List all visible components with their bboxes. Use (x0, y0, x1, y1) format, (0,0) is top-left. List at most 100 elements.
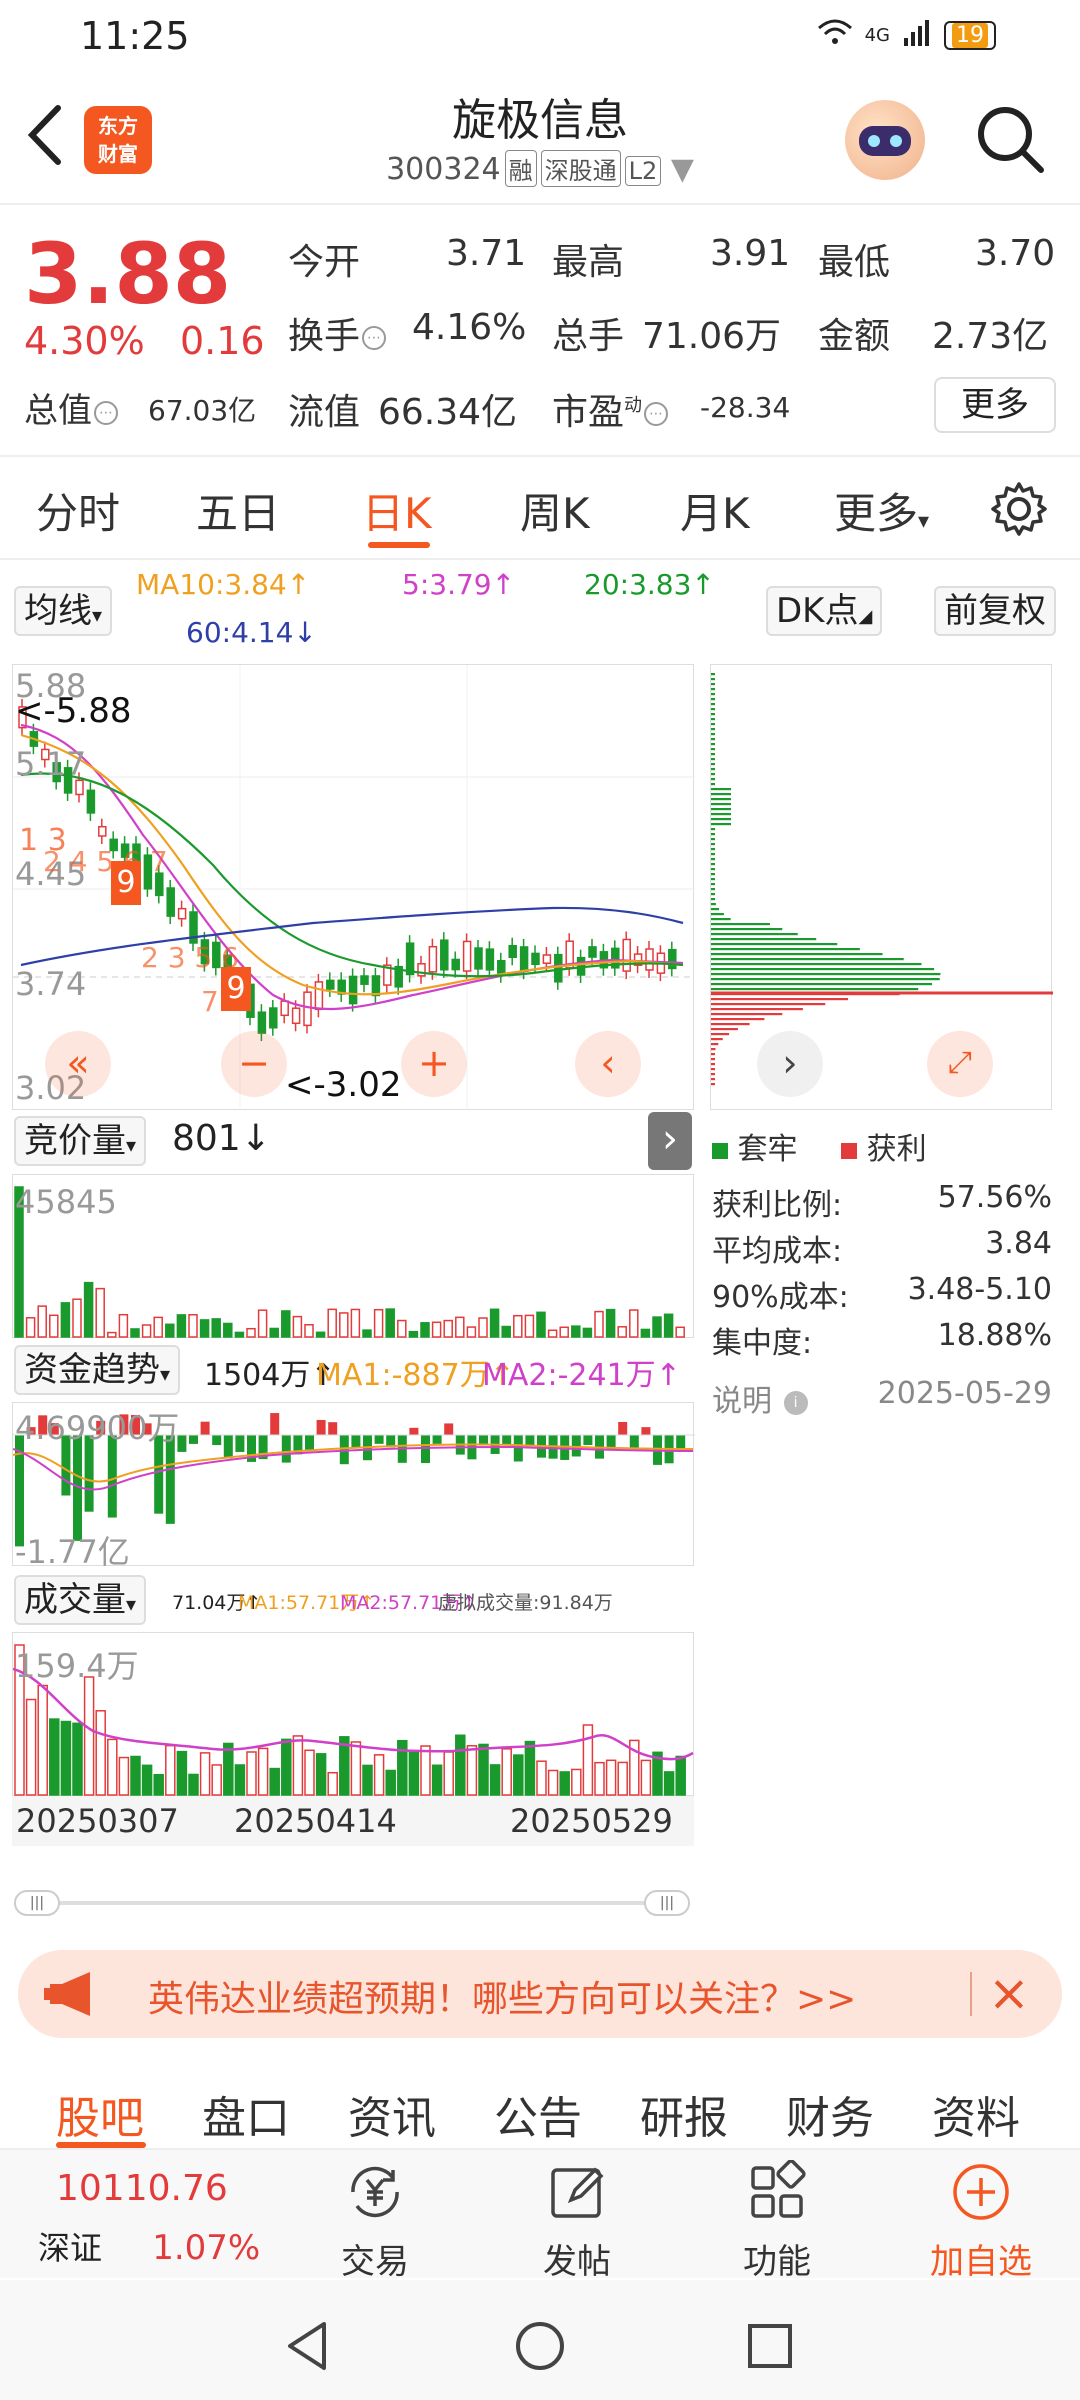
tab-profile[interactable]: 资料 (932, 2082, 1020, 2146)
nav-home-icon[interactable] (510, 2316, 570, 2376)
search-button[interactable] (975, 104, 1045, 174)
range-scrollbar[interactable]: ||| ||| (14, 1890, 690, 1916)
auction-chart: 45845 (12, 1174, 694, 1338)
more-button[interactable]: 更多 (934, 377, 1056, 433)
index-widget[interactable]: 10110.76 深证 1.07% (38, 2168, 278, 2269)
chip-bar (711, 1053, 715, 1056)
tab-research[interactable]: 研报 (640, 2082, 728, 2146)
chip-bar (711, 1058, 715, 1061)
banner-text[interactable]: 英伟达业绩超预期！哪些方向可以关注？>> (148, 1970, 856, 2022)
scroll-left-fast-button[interactable]: « (45, 1031, 111, 1097)
auction-bar (269, 1327, 279, 1338)
volume-bar (315, 1753, 327, 1796)
kline-chart[interactable]: 5.88 <-5.88 5.17 4.45 3.74 3.02 <-3.02 1… (12, 664, 695, 1111)
auction-bar (443, 1319, 453, 1338)
add-watchlist-button[interactable]: 加自选 (906, 2160, 1056, 2283)
auction-selector[interactable]: 竞价量▾ (14, 1116, 147, 1166)
chip-bar (711, 983, 933, 986)
features-button[interactable]: 功能 (702, 2160, 852, 2283)
search-icon (978, 107, 1044, 173)
volume-bar (292, 1735, 304, 1796)
status-time: 11:25 (80, 14, 190, 58)
tab-daily-k[interactable]: 日K (362, 480, 432, 541)
tab-forum[interactable]: 股吧 (56, 2082, 144, 2146)
volume-bar (605, 1759, 617, 1796)
trade-button[interactable]: 交易 (300, 2160, 450, 2283)
auction-bar (246, 1327, 256, 1338)
candle-body (542, 954, 552, 964)
volume-bar (536, 1760, 547, 1796)
volume-bar (466, 1745, 478, 1796)
chip-bar (711, 718, 715, 721)
volume-bar (431, 1764, 443, 1796)
chip-bar (711, 888, 715, 891)
chip-bar (711, 1003, 826, 1006)
nav-back-icon[interactable] (280, 2316, 340, 2376)
scroll-left-button[interactable]: ‹ (575, 1031, 641, 1097)
info-icon[interactable]: i (783, 1390, 808, 1415)
amount-value: 2.73亿 (932, 316, 1049, 357)
chip-bar (711, 683, 715, 686)
zoom-in-button[interactable]: + (401, 1031, 467, 1097)
chip-bar (711, 848, 715, 851)
volume-bar (501, 1748, 512, 1796)
tab-more[interactable]: 更多▾ (834, 480, 929, 541)
tab-orderbook[interactable]: 盘口 (202, 2082, 290, 2146)
volume-bar (37, 1684, 48, 1796)
chart-settings-button[interactable] (990, 480, 1048, 538)
candle-body (314, 981, 324, 1011)
volume-bar (165, 1744, 176, 1796)
range-handle-right[interactable]: ||| (644, 1890, 690, 1916)
low-value: 3.70 (975, 233, 1056, 274)
post-button[interactable]: 发帖 (502, 2160, 652, 2283)
tab-five-day[interactable]: 五日 (196, 480, 280, 541)
tab-monthly-k[interactable]: 月K (680, 480, 750, 541)
expand-panel-button[interactable]: › (648, 1112, 692, 1170)
expand-button[interactable]: ⤢ (927, 1031, 993, 1097)
dk-point-selector[interactable]: DK点◢ (766, 586, 883, 636)
chip-distribution-chart[interactable]: › ⤢ (710, 664, 1053, 1110)
candle-body (474, 947, 483, 970)
auction-bar (420, 1322, 430, 1338)
chip-bar (711, 963, 922, 966)
adjust-selector[interactable]: 前复权 (934, 586, 1056, 636)
chip-bar (711, 928, 783, 931)
profit-ratio-label: 获利比例: (712, 1188, 843, 1223)
tab-news[interactable]: 资讯 (348, 2082, 436, 2146)
news-banner[interactable]: 英伟达业绩超预期！哪些方向可以关注？>> × (18, 1950, 1062, 2038)
chip-bar (711, 923, 770, 926)
tag-level2: L2 (624, 156, 662, 186)
date-mid: 20250414 (234, 1802, 397, 1840)
tab-weekly-k[interactable]: 周K (520, 480, 590, 541)
volume-selector[interactable]: 成交量▾ (14, 1575, 147, 1625)
ma-selector[interactable]: 均线▾ (14, 586, 113, 636)
volume-bar (130, 1755, 141, 1796)
fund-trend-selector[interactable]: 资金趋势▾ (14, 1345, 181, 1395)
candle-body (451, 958, 460, 971)
fund-bar (618, 1421, 628, 1435)
chip-next-button[interactable]: › (757, 1031, 823, 1097)
robot-avatar[interactable] (845, 100, 925, 180)
fund-bar (629, 1435, 639, 1450)
nav-recents-icon[interactable] (740, 2316, 800, 2376)
note-link[interactable]: 说明 (712, 1384, 772, 1419)
auction-bar (37, 1305, 47, 1338)
caret-down-icon: ▼ (670, 152, 694, 187)
chip-bar (711, 948, 860, 951)
tab-intraday[interactable]: 分时 (36, 480, 120, 541)
tab-announcements[interactable]: 公告 (494, 2082, 582, 2146)
volume-bar (373, 1754, 385, 1796)
avg-cost-value: 3.84 (985, 1226, 1052, 1261)
candle-body (428, 945, 438, 973)
volume-bar (281, 1738, 292, 1796)
chip-bar (711, 1008, 803, 1011)
tab-finance[interactable]: 财务 (786, 2082, 874, 2146)
index-value: 10110.76 (56, 2168, 228, 2209)
range-handle-left[interactable]: ||| (14, 1890, 60, 1916)
volume-label: 总手 (552, 316, 625, 357)
zoom-out-button[interactable]: − (221, 1031, 287, 1097)
candle-body (622, 938, 631, 972)
chip-bar (711, 748, 715, 751)
chip-bar (711, 1048, 716, 1051)
close-icon[interactable]: × (988, 1964, 1030, 2022)
